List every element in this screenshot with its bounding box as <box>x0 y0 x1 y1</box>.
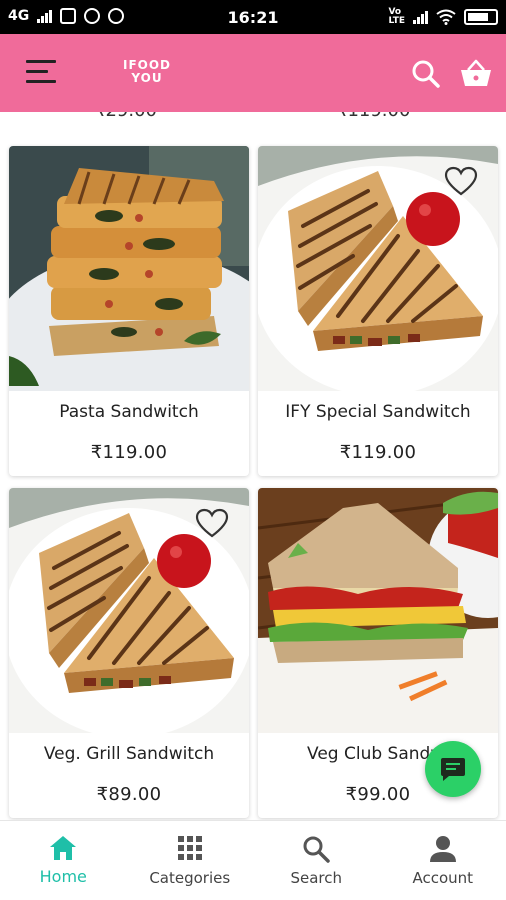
home-icon <box>50 836 77 860</box>
product-name: Pasta Sandwitch <box>59 402 199 422</box>
club-sandwich-image <box>258 488 498 733</box>
product-price: ₹89.00 <box>96 784 162 805</box>
nav-label: Categories <box>149 869 231 887</box>
grid-icon <box>177 836 202 860</box>
app-logo[interactable]: IFOOD YOU <box>122 59 172 85</box>
search-icon <box>303 836 330 863</box>
logo-line2: YOU <box>131 71 163 85</box>
product-price: ₹119.00 <box>339 442 417 463</box>
cart-button[interactable] <box>459 58 493 90</box>
nav-search[interactable]: Search <box>253 821 380 900</box>
nav-account[interactable]: Account <box>380 821 506 900</box>
favorite-heart-icon[interactable] <box>444 166 478 196</box>
product-card[interactable]: IFY Special Sandwitch ₹119.00 <box>258 146 498 476</box>
basket-icon <box>461 59 491 86</box>
search-button[interactable] <box>410 58 442 90</box>
favorite-heart-icon[interactable] <box>195 508 229 538</box>
menu-icon <box>26 60 56 63</box>
status-bar: 4G 16:21 Vo LTE <box>0 0 506 34</box>
product-name: Veg. Grill Sandwitch <box>43 744 215 764</box>
product-card[interactable]: Pasta Sandwitch ₹119.00 <box>9 146 249 476</box>
product-grid: ₹29.00 ₹119.00 <box>0 112 506 820</box>
partial-price-left: ₹29.00 <box>94 112 157 121</box>
status-right: Vo LTE <box>388 8 498 26</box>
nav-label: Account <box>412 869 474 887</box>
nav-categories[interactable]: Categories <box>127 821 254 900</box>
battery-icon <box>464 9 498 25</box>
menu-button[interactable] <box>26 58 58 86</box>
pasta-sandwich-image <box>9 146 249 391</box>
product-card[interactable]: Veg. Grill Sandwitch ₹89.00 <box>9 488 249 818</box>
nav-label: Home <box>39 867 87 886</box>
product-name: IFY Special Sandwitch <box>285 402 471 422</box>
chat-icon <box>441 758 465 781</box>
account-icon <box>429 836 456 862</box>
chat-button[interactable] <box>425 741 481 797</box>
product-price: ₹119.00 <box>90 442 168 463</box>
app-bar: IFOOD YOU <box>0 34 506 112</box>
volte-icon: Vo LTE <box>388 7 405 26</box>
search-icon <box>412 60 440 88</box>
signal-strength-icon <box>413 10 428 24</box>
wifi-icon <box>436 9 456 25</box>
bottom-navigation: Home Categories Search Account <box>0 820 506 900</box>
partial-price-right: ₹119.00 <box>336 112 410 121</box>
nav-label: Search <box>290 869 343 887</box>
nav-home[interactable]: Home <box>0 821 127 900</box>
